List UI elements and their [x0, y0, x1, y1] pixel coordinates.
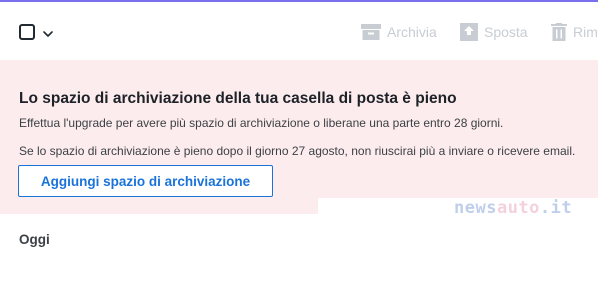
archive-label: Archivia — [387, 24, 437, 40]
storage-full-banner: Lo spazio di archiviazione della tua cas… — [0, 60, 598, 214]
chevron-down-icon[interactable] — [42, 26, 56, 38]
archive-button[interactable]: Archivia — [361, 20, 437, 44]
delete-label: Rim — [573, 24, 598, 40]
banner-upgrade-text: Effettua l'upgrade per avere più spazio … — [19, 116, 504, 130]
move-label: Sposta — [484, 24, 528, 40]
message-toolbar: Archivia Sposta Rim — [0, 2, 598, 60]
watermark-logo: newsauto.it — [454, 198, 573, 218]
delete-button[interactable]: Rim — [551, 20, 598, 44]
date-section-header: Oggi — [19, 232, 50, 247]
archive-icon — [361, 24, 381, 40]
banner-warning-text: Se lo spazio di archiviazione è pieno do… — [19, 144, 576, 158]
banner-title: Lo spazio di archiviazione della tua cas… — [19, 90, 457, 107]
move-icon — [460, 23, 478, 41]
move-button[interactable]: Sposta — [460, 20, 528, 44]
add-storage-button[interactable]: Aggiungi spazio di archiviazione — [18, 165, 273, 197]
select-all-checkbox[interactable] — [19, 24, 35, 40]
delete-icon — [551, 23, 567, 41]
